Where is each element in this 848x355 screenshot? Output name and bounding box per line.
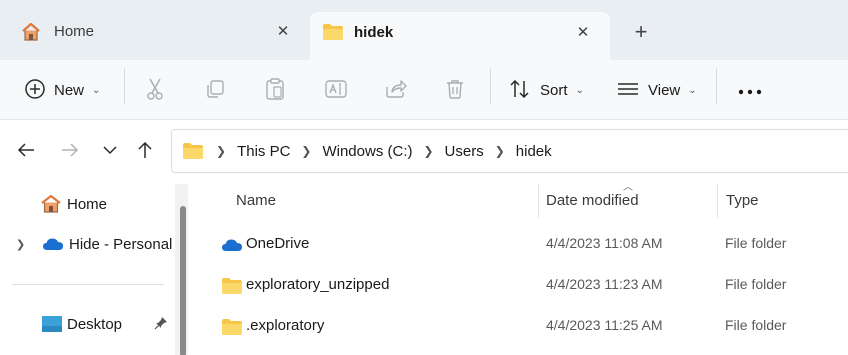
more-icon xyxy=(738,82,762,98)
delete-icon xyxy=(444,78,466,103)
sidebar-item-label: Hide - Personal xyxy=(69,235,173,253)
up-arrow-icon[interactable] xyxy=(133,138,157,162)
cut-icon xyxy=(144,77,166,104)
column-header-date-modified[interactable]: Date modified xyxy=(546,192,639,209)
home-icon xyxy=(40,194,62,214)
new-label: New xyxy=(54,81,85,99)
file-date-modified: 4/4/2023 11:23 AM xyxy=(546,276,663,292)
file-list: ︿ Name Date modified Type OneDrive 4/4/2… xyxy=(195,182,848,355)
breadcrumb-chevron-icon[interactable]: ❯ xyxy=(216,144,226,158)
forward-arrow-icon[interactable] xyxy=(58,138,82,162)
breadcrumb-chevron-icon[interactable]: ❯ xyxy=(301,144,311,158)
delete-button[interactable] xyxy=(444,70,466,110)
breadcrumb-chevron-icon[interactable]: ❯ xyxy=(495,144,505,158)
command-bar: New ⌄ Sort ⌄ View ⌄ xyxy=(0,60,848,120)
desktop-icon xyxy=(42,316,62,332)
close-tab-icon[interactable]: ✕ xyxy=(272,21,294,43)
tab-label: Home xyxy=(54,23,95,40)
sidebar-item-home[interactable]: Home xyxy=(40,188,107,220)
file-name: .exploratory xyxy=(246,317,325,334)
sort-button[interactable]: Sort ⌄ xyxy=(508,70,584,110)
toolbar-divider xyxy=(490,68,491,104)
expand-chevron-icon[interactable]: ❯ xyxy=(16,238,42,251)
tab-label: hidek xyxy=(354,24,394,41)
sidebar-divider xyxy=(12,284,164,285)
file-type: File folder xyxy=(725,235,787,251)
paste-button[interactable] xyxy=(264,70,286,110)
file-date-modified: 4/4/2023 11:25 AM xyxy=(546,317,663,333)
view-label: View xyxy=(648,81,681,99)
back-arrow-icon[interactable] xyxy=(14,138,38,162)
address-bar[interactable]: ❯ This PC ❯ Windows (C:) ❯ Users ❯ hidek xyxy=(171,129,848,173)
breadcrumb-this-pc[interactable]: This PC xyxy=(237,143,290,160)
sidebar-item-label: Desktop xyxy=(67,315,123,333)
file-type: File folder xyxy=(725,317,787,333)
new-tab-button[interactable]: + xyxy=(628,19,654,45)
rename-icon xyxy=(324,78,348,103)
navigation-pane: Home ❯ Hide - Personal Desktop xyxy=(0,182,188,355)
sort-icon xyxy=(508,78,532,103)
file-name: OneDrive xyxy=(246,235,310,252)
plus-circle-icon xyxy=(24,78,46,103)
onedrive-cloud-icon xyxy=(42,237,64,251)
table-row[interactable]: .exploratory 4/4/2023 11:25 AM File fold… xyxy=(195,307,848,347)
view-list-icon xyxy=(616,78,640,103)
breadcrumb-users[interactable]: Users xyxy=(445,143,484,160)
recent-locations-chevron-icon[interactable] xyxy=(98,138,122,162)
copy-button[interactable] xyxy=(204,70,226,110)
tab-home[interactable]: Home ✕ xyxy=(8,12,305,52)
new-button[interactable]: New ⌄ xyxy=(24,70,100,110)
rename-button[interactable] xyxy=(324,70,348,110)
column-header-name[interactable]: Name xyxy=(236,192,276,209)
sidebar-item-onedrive-personal[interactable]: ❯ Hide - Personal xyxy=(16,228,172,260)
file-name: exploratory_unzipped xyxy=(246,276,390,293)
home-icon xyxy=(20,21,42,43)
folder-icon xyxy=(322,22,344,44)
folder-icon xyxy=(221,277,243,298)
folder-icon xyxy=(182,141,204,164)
table-row[interactable]: exploratory_unzipped 4/4/2023 11:23 AM F… xyxy=(195,266,848,306)
file-date-modified: 4/4/2023 11:08 AM xyxy=(546,235,663,251)
column-divider[interactable] xyxy=(717,184,718,218)
breadcrumb-hidek[interactable]: hidek xyxy=(516,143,552,160)
sidebar-item-label: Home xyxy=(67,195,108,213)
toolbar-divider xyxy=(124,68,125,104)
more-options-button[interactable] xyxy=(738,70,762,110)
column-divider[interactable] xyxy=(538,184,539,218)
breadcrumb-windows-c[interactable]: Windows (C:) xyxy=(322,143,412,160)
share-icon xyxy=(384,78,408,103)
address-row: ❯ This PC ❯ Windows (C:) ❯ Users ❯ hidek xyxy=(0,121,848,181)
sidebar-item-desktop[interactable]: Desktop xyxy=(42,308,172,340)
breadcrumb-chevron-icon[interactable]: ❯ xyxy=(423,144,433,158)
pin-icon xyxy=(154,316,168,330)
chevron-down-icon: ⌄ xyxy=(92,84,101,96)
paste-icon xyxy=(264,77,286,104)
table-row[interactable]: OneDrive 4/4/2023 11:08 AM File folder xyxy=(195,225,848,265)
sidebar-scrollbar[interactable] xyxy=(175,184,188,355)
copy-icon xyxy=(204,78,226,103)
column-header-type[interactable]: Type xyxy=(726,192,759,209)
share-button[interactable] xyxy=(384,70,408,110)
chevron-down-icon: ⌄ xyxy=(688,84,697,96)
folder-icon xyxy=(221,318,243,339)
tab-hidek[interactable]: hidek ✕ xyxy=(310,12,610,60)
cut-button[interactable] xyxy=(144,70,166,110)
close-tab-icon[interactable]: ✕ xyxy=(572,22,594,44)
onedrive-cloud-icon xyxy=(221,238,243,255)
sort-label: Sort xyxy=(540,81,568,99)
sort-ascending-caret-icon: ︿ xyxy=(623,182,633,193)
scrollbar-thumb[interactable] xyxy=(180,206,186,355)
toolbar-divider xyxy=(716,68,717,104)
file-type: File folder xyxy=(725,276,787,292)
chevron-down-icon: ⌄ xyxy=(575,84,584,96)
view-button[interactable]: View ⌄ xyxy=(616,70,697,110)
tab-bar: Home ✕ hidek ✕ + xyxy=(0,0,848,60)
